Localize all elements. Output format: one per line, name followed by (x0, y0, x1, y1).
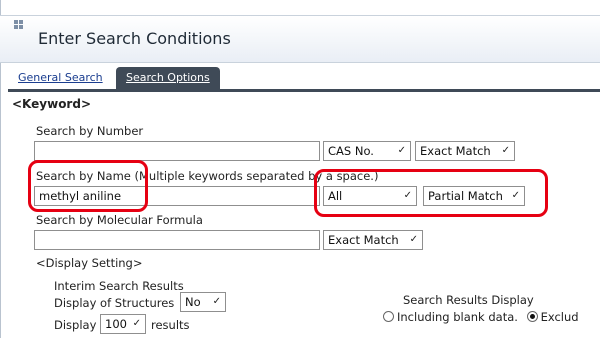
search-by-name-label: Search by Name (Multiple keywords separa… (36, 169, 379, 183)
results-label: results (151, 318, 190, 332)
number-match-value: Exact Match (420, 144, 491, 158)
search-by-name-input[interactable]: methyl aniline (34, 186, 320, 206)
chevron-down-icon: ✓ (403, 190, 412, 201)
number-match-select[interactable]: Exact Match ✓ (415, 141, 515, 161)
page-title: Enter Search Conditions (38, 29, 231, 48)
chevron-down-icon: ✓ (212, 296, 221, 307)
number-type-value: CAS No. (328, 144, 374, 158)
display-count-value: 100 (105, 317, 127, 331)
display-setting-title: <Display Setting> (36, 256, 143, 270)
title-bar: Enter Search Conditions (0, 15, 600, 63)
search-by-formula-label: Search by Molecular Formula (36, 213, 203, 227)
option-including-label: Including blank data. (397, 310, 518, 324)
formula-match-select[interactable]: Exact Match ✓ (323, 230, 423, 250)
radio-including-blank[interactable] (383, 311, 394, 322)
search-results-display-label: Search Results Display (403, 293, 534, 307)
name-match-value: Partial Match (428, 189, 503, 203)
display-structures-value: No (185, 295, 201, 309)
display-structures-select[interactable]: No ✓ (180, 292, 226, 312)
tab-search-options[interactable]: Search Options (116, 67, 220, 89)
display-count-label: Display (54, 318, 97, 332)
number-type-select[interactable]: CAS No. ✓ (323, 141, 411, 161)
chevron-down-icon: ✓ (397, 145, 406, 156)
formula-match-value: Exact Match (328, 233, 399, 247)
chevron-down-icon: ✓ (501, 145, 510, 156)
keyword-section-title: <Keyword> (12, 97, 91, 111)
search-by-number-label: Search by Number (36, 124, 144, 138)
tab-general-search[interactable]: General Search (12, 67, 109, 89)
interim-results-title: Interim Search Results (54, 279, 184, 293)
display-count-select[interactable]: 100 ✓ (100, 314, 146, 334)
chevron-down-icon: ✓ (511, 190, 520, 201)
search-by-formula-input[interactable] (34, 230, 320, 250)
name-match-select[interactable]: Partial Match ✓ (423, 186, 525, 206)
grid-icon (14, 20, 24, 30)
search-by-number-input[interactable] (34, 141, 320, 161)
name-scope-select[interactable]: All ✓ (323, 186, 417, 206)
name-scope-value: All (328, 189, 343, 203)
display-structures-label: Display of Structures (54, 296, 175, 310)
chevron-down-icon: ✓ (409, 234, 418, 245)
option-excluding-label: Exclud (540, 310, 579, 324)
chevron-down-icon: ✓ (132, 318, 141, 329)
results-display-options: Including blank data. Exclud (383, 310, 579, 324)
radio-excluding-blank[interactable] (526, 311, 538, 322)
tab-underline (8, 89, 600, 92)
